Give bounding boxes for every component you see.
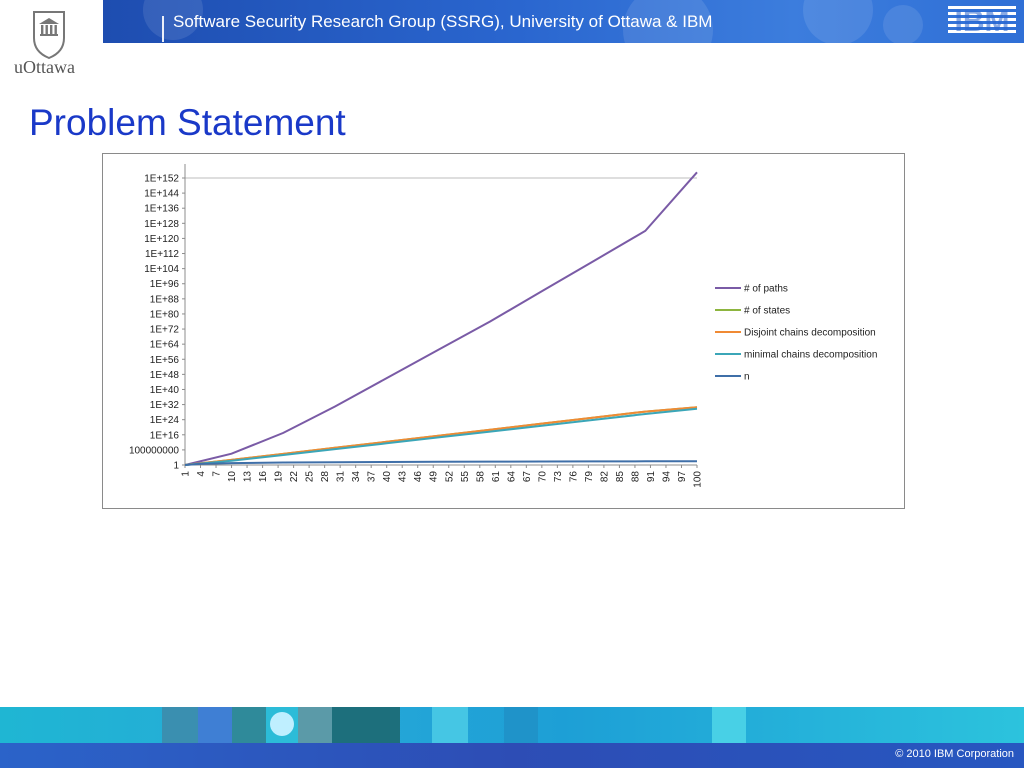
y-tick-label: 1E+96 [150,279,180,290]
x-tick-label: 82 [599,471,610,483]
y-tick-label: 1E+144 [144,189,179,200]
y-tick-label: 1E+32 [150,400,180,411]
copyright-text: © 2010 IBM Corporation [895,748,1014,760]
footer-people-tile [198,707,232,743]
x-tick-label: 55 [460,471,471,483]
legend-label: Disjoint chains decomposition [744,328,876,339]
chart-frame: 1 100000000 1E+16 1E+24 1E+32 1E+40 1E+48 1E+56… [102,153,905,509]
x-tick-label: 61 [491,471,502,483]
footer-texture-tile [298,707,332,743]
x-tick-label: 67 [522,471,533,483]
y-tick-label: 1E+104 [144,264,179,275]
y-tick-label: 1E+24 [150,415,180,426]
legend-label: # of states [744,306,790,317]
x-tick-label: 22 [289,471,300,483]
y-tick-label: 1E+16 [150,430,180,441]
header-title: Software Security Research Group (SSRG),… [173,12,713,31]
y-tick-label: 1E+112 [145,249,179,260]
university-name: uOttawa [14,57,75,77]
x-tick-label: 52 [444,471,455,483]
y-tick-label: 1E+120 [144,234,179,245]
header-bar: Software Security Research Group (SSRG),… [103,0,1024,43]
y-tick-label: 1E+88 [150,294,180,305]
x-tick-label: 7 [212,471,223,477]
footer-light-tile [712,707,746,743]
y-tick-label: 1E+72 [150,325,180,336]
y-tick-label: 100000000 [129,445,179,456]
footer-image-strip [0,707,1024,743]
header-separator [162,16,164,42]
x-tick-label: 79 [584,471,595,483]
y-tick-label: 1E+80 [150,309,180,320]
y-tick-label: 1E+128 [144,219,179,230]
x-tick-label: 100 [693,471,704,488]
x-tick-label: 16 [258,471,269,483]
ibm-logo-text: IBM [955,5,1010,36]
footer-circle-tile [266,707,298,743]
x-tick-label: 49 [429,471,440,483]
y-tick-label: 1E+152 [144,174,179,185]
footer-silhouette-tile [332,707,400,743]
y-tick-label: 1E+56 [150,355,180,366]
legend-label: minimal chains decomposition [744,350,877,361]
footer-photo-tile [162,707,198,743]
legend-label: # of paths [744,284,788,295]
x-tick-label: 10 [227,471,238,483]
series-line [184,460,698,466]
x-tick-label: 58 [475,471,486,483]
slide-title: Problem Statement [29,102,346,143]
x-tick-label: 34 [351,471,362,483]
footer-solid-tile [504,707,538,743]
header-decoration [803,0,873,43]
header-decoration [883,5,923,43]
x-tick-label: 64 [506,471,517,483]
ibm-logo: IBM [948,5,1016,36]
x-tick-label: 88 [630,471,641,483]
line-chart: 1 100000000 1E+16 1E+24 1E+32 1E+40 1E+48 1E+56… [129,164,877,488]
x-tick-label: 85 [615,471,626,483]
x-tick-label: 13 [243,471,254,483]
x-tick-label: 94 [661,471,672,483]
footer-bar [0,743,1024,768]
x-tick-label: 19 [274,471,285,483]
x-tick-label: 1 [181,471,192,477]
legend-label: n [744,372,750,383]
footer-globe-tile [232,707,266,743]
y-tick-label: 1E+48 [150,370,180,381]
x-tick-label: 73 [553,471,564,483]
x-tick-label: 4 [196,471,207,477]
y-tick-label: 1E+64 [150,340,180,351]
x-tick-label: 40 [382,471,393,483]
series-line [184,407,698,466]
x-tick-label: 28 [320,471,331,483]
x-tick-label: 25 [305,471,316,483]
y-tick-label: 1E+136 [144,204,179,215]
x-tick-label: 37 [367,471,378,483]
x-tick-label: 46 [413,471,424,483]
x-tick-label: 97 [677,471,688,483]
x-tick-label: 31 [336,471,347,483]
series-line [184,171,698,466]
y-tick-label: 1E+40 [150,385,180,396]
x-tick-label: 91 [646,471,657,483]
x-tick-label: 70 [537,471,548,483]
x-tick-label: 76 [568,471,579,483]
x-tick-label: 43 [398,471,409,483]
y-tick-label: 1 [173,461,179,472]
footer-pixel-tile [432,707,468,743]
